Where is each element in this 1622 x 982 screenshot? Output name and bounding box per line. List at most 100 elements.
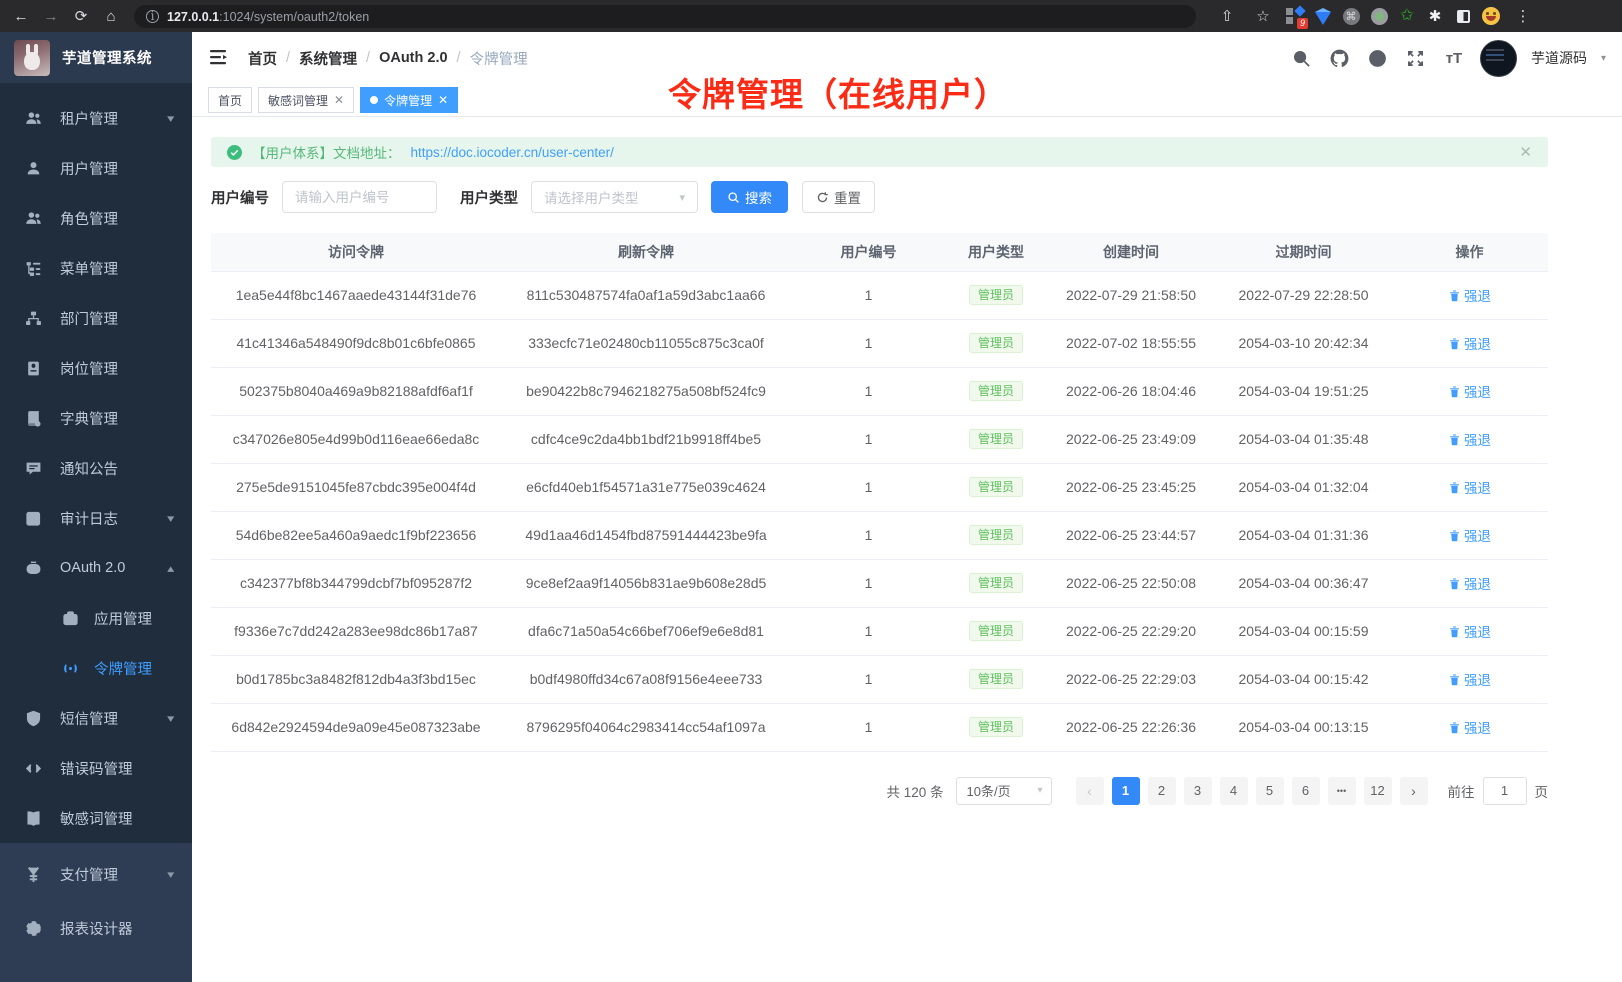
record-extension-icon[interactable] — [1370, 7, 1388, 25]
table-row: 54d6be82ee5a460a9aedc1f9bf22365649d1aa46… — [211, 511, 1548, 559]
breadcrumb-item[interactable]: 首页 — [248, 48, 277, 69]
refresh-token-cell: be90422b8c7946218275a508bf524fc9 — [501, 367, 791, 415]
force-logout-button[interactable]: 强退 — [1448, 429, 1491, 449]
sidebar-item-errcode[interactable]: 错误码管理 — [0, 743, 192, 793]
browser-back-icon[interactable]: ← — [8, 3, 34, 29]
search-button[interactable]: 搜索 — [711, 181, 788, 213]
sidebar-item-token[interactable]: 令牌管理 — [0, 643, 192, 693]
create-time-cell: 2022-07-02 18:55:55 — [1046, 319, 1216, 367]
force-logout-button[interactable]: 强退 — [1448, 333, 1491, 353]
user-type-badge: 管理员 — [969, 525, 1023, 545]
force-logout-button[interactable]: 强退 — [1448, 717, 1491, 737]
user-id-input[interactable] — [282, 181, 437, 213]
sidebar-item-dept[interactable]: 部门管理 — [0, 293, 192, 343]
user-avatar[interactable] — [1480, 40, 1517, 77]
sidebar-item-audit[interactable]: 审计日志▾ — [0, 493, 192, 543]
reset-button[interactable]: 重置 — [802, 181, 875, 213]
page-button-5[interactable]: 5 — [1256, 777, 1284, 805]
browser-reload-icon[interactable]: ⟳ — [68, 3, 94, 29]
github-icon[interactable] — [1328, 46, 1352, 70]
username-label[interactable]: 芋道源码 — [1531, 48, 1587, 68]
alert-close-icon[interactable]: ✕ — [1519, 143, 1532, 161]
fontsize-icon[interactable]: ᴛT — [1442, 46, 1466, 70]
chevron-down-icon: ▾ — [168, 712, 175, 725]
user-type-badge: 管理员 — [969, 717, 1023, 737]
app-logo-bar[interactable]: 芋道管理系统 — [0, 32, 192, 83]
gem-extension-icon[interactable] — [1314, 7, 1332, 25]
url-host: 127.0.0.1 — [167, 10, 219, 24]
force-logout-button[interactable]: 强退 — [1448, 669, 1491, 689]
sidebar-item-label: 短信管理 — [60, 708, 118, 729]
force-logout-button[interactable]: 强退 — [1448, 621, 1491, 641]
user-id-cell: 1 — [791, 271, 946, 319]
chevron-down-icon: ▾ — [1037, 785, 1042, 796]
sidebar-item-oauth[interactable]: OAuth 2.0▴ — [0, 543, 192, 593]
sidebar-fold-icon[interactable] — [208, 47, 230, 69]
star-extension-icon[interactable]: ✩ — [1398, 7, 1416, 25]
pinwheel-extension-icon[interactable]: ✱ — [1426, 7, 1444, 25]
user-id-label: 用户编号 — [211, 187, 269, 208]
sidebar-item-menu[interactable]: 菜单管理 — [0, 243, 192, 293]
help-icon[interactable] — [1366, 46, 1390, 70]
browser-menu-icon[interactable]: ⋮ — [1510, 3, 1536, 29]
search-icon[interactable] — [1290, 46, 1314, 70]
force-logout-button[interactable]: 强退 — [1448, 573, 1491, 593]
address-bar[interactable]: i 127.0.0.1:1024/system/oauth2/token — [134, 5, 1196, 28]
doc-link[interactable]: https://doc.iocoder.cn/user-center/ — [411, 145, 614, 160]
sidebar-item-pay[interactable]: 支付管理▾ — [0, 847, 192, 901]
refresh-token-cell: 333ecfc71e02480cb11055c875c3ca0f — [501, 319, 791, 367]
tab-close-icon[interactable]: ✕ — [334, 93, 344, 107]
tab-令牌管理[interactable]: 令牌管理✕ — [360, 87, 458, 113]
sidebar-item-notice[interactable]: 通知公告 — [0, 443, 192, 493]
access-token-cell: f9336e7c7dd242a283ee98dc86b17a87 — [211, 607, 501, 655]
sidebar-item-post[interactable]: 岗位管理 — [0, 343, 192, 393]
force-logout-button[interactable]: 强退 — [1448, 477, 1491, 497]
page-button-12[interactable]: 12 — [1364, 777, 1392, 805]
force-logout-button[interactable]: 强退 — [1448, 381, 1491, 401]
sidebar-item-role[interactable]: 角色管理 — [0, 193, 192, 243]
sidebar-item-app[interactable]: 应用管理 — [0, 593, 192, 643]
sidebar-item-tenant[interactable]: 租户管理▾ — [0, 93, 192, 143]
errcode-icon — [23, 760, 43, 777]
browser-home-icon[interactable]: ⌂ — [98, 3, 124, 29]
force-logout-button[interactable]: 强退 — [1448, 285, 1491, 305]
trash-icon — [1448, 721, 1461, 734]
breadcrumb-item[interactable]: OAuth 2.0 — [379, 50, 447, 66]
page-button-6[interactable]: 6 — [1292, 777, 1320, 805]
sidebar-menu: 租户管理▾用户管理角色管理菜单管理部门管理岗位管理字典管理通知公告审计日志▾OA… — [0, 83, 192, 843]
tab-label: 首页 — [218, 92, 242, 109]
command-extension-icon[interactable]: ⌘ — [1342, 7, 1360, 25]
share-icon[interactable]: ⇧ — [1214, 3, 1240, 29]
tab-敏感词管理[interactable]: 敏感词管理✕ — [258, 87, 354, 113]
more-pages-button[interactable]: ••• — [1328, 777, 1356, 805]
sidebar-item-user[interactable]: 用户管理 — [0, 143, 192, 193]
darkmode-extension-icon[interactable] — [1454, 7, 1472, 25]
sidebar-item-dict[interactable]: 字典管理 — [0, 393, 192, 443]
url-path: :1024/system/oauth2/token — [219, 10, 369, 24]
breadcrumb-item[interactable]: 系统管理 — [299, 48, 357, 69]
site-info-icon[interactable]: i — [146, 10, 159, 23]
page-button-2[interactable]: 2 — [1148, 777, 1176, 805]
page-button-3[interactable]: 3 — [1184, 777, 1212, 805]
fullscreen-icon[interactable] — [1404, 46, 1428, 70]
user-type-select[interactable]: 请选择用户类型 ▾ — [531, 181, 698, 213]
page-button-4[interactable]: 4 — [1220, 777, 1248, 805]
user-menu-caret-icon[interactable]: ▾ — [1601, 53, 1606, 64]
create-time-cell: 2022-06-25 23:45:25 — [1046, 463, 1216, 511]
force-logout-button[interactable]: 强退 — [1448, 525, 1491, 545]
bookmark-star-icon[interactable]: ☆ — [1250, 3, 1276, 29]
page-size-select[interactable]: 10条/页 ▾ — [956, 777, 1052, 805]
next-page-button[interactable]: › — [1400, 777, 1428, 805]
prev-page-button[interactable]: ‹ — [1076, 777, 1104, 805]
profile-avatar-icon[interactable] — [1482, 7, 1500, 25]
tab-close-icon[interactable]: ✕ — [438, 93, 448, 107]
browser-forward-icon[interactable]: → — [38, 3, 64, 29]
extension-grid-icon[interactable]: 9 — [1286, 7, 1304, 25]
tab-首页[interactable]: 首页 — [208, 87, 252, 113]
app-title: 芋道管理系统 — [62, 47, 152, 68]
sidebar-item-report[interactable]: 报表设计器 — [0, 901, 192, 955]
sidebar-item-sensitive[interactable]: 敏感词管理 — [0, 793, 192, 843]
goto-page-input[interactable] — [1483, 777, 1527, 805]
page-button-1[interactable]: 1 — [1112, 777, 1140, 805]
sidebar-item-sms[interactable]: 短信管理 ▾ — [0, 693, 192, 743]
